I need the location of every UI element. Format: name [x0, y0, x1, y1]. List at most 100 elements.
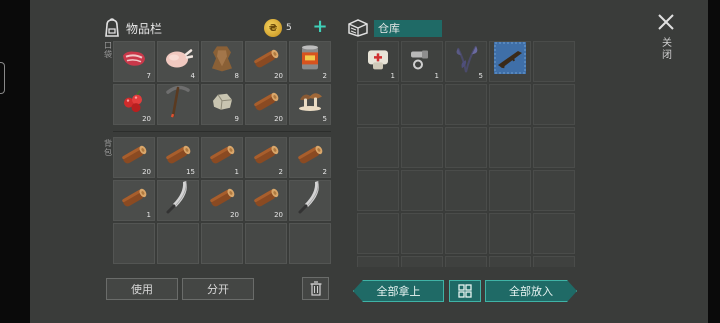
bag-slot[interactable]: [289, 223, 331, 264]
warehouse-slot[interactable]: [533, 41, 575, 82]
log-icon: [295, 141, 325, 171]
warehouse-slot[interactable]: [401, 170, 443, 211]
pocket-slot[interactable]: 8: [201, 41, 243, 82]
warehouse-slot[interactable]: [357, 84, 399, 125]
warehouse-slot[interactable]: [445, 170, 487, 211]
warehouse-slot[interactable]: [533, 127, 575, 168]
item-count: 20: [274, 72, 283, 80]
log-icon: [251, 141, 281, 171]
pocket-slot[interactable]: 2: [289, 41, 331, 82]
pocket-grid: 7 4 8 20 2 20 9 20 5: [113, 41, 331, 125]
bag-slot[interactable]: 20: [113, 137, 155, 178]
item-count: 9: [234, 115, 239, 123]
warehouse-slot[interactable]: [357, 127, 399, 168]
coin-balance: ₴ 5: [264, 19, 292, 37]
warehouse-slot[interactable]: [533, 213, 575, 254]
warehouse-slot[interactable]: [445, 127, 487, 168]
item-count: 1: [234, 168, 239, 176]
close-label: 关闭: [662, 38, 672, 61]
pocket-slot[interactable]: 5: [289, 84, 331, 125]
log-icon: [251, 45, 281, 75]
mushroom-icon: [296, 88, 324, 118]
bag-slot[interactable]: 2: [245, 137, 287, 178]
warehouse-slot[interactable]: [445, 84, 487, 125]
bag-slot[interactable]: 1: [113, 180, 155, 221]
warehouse-slot[interactable]: [357, 213, 399, 254]
warehouse-slot[interactable]: [489, 41, 531, 82]
warehouse-slot[interactable]: [533, 170, 575, 211]
machete-icon: [164, 179, 192, 219]
bag-slot[interactable]: 20: [245, 180, 287, 221]
side-pull-tab[interactable]: [0, 62, 5, 94]
warehouse-slot[interactable]: [533, 84, 575, 125]
bolts-icon: [408, 45, 436, 75]
bag-slot[interactable]: [113, 223, 155, 264]
bag-slot[interactable]: 15: [157, 137, 199, 178]
item-count: 5: [322, 115, 327, 123]
pocket-section-label: 口袋: [104, 41, 112, 59]
game-screen: 物品栏 ₴ 5 + 仓库 口袋 背包 7 4 8 20 2 20 9 20 5 20 15 1 2 2 1…: [0, 0, 720, 323]
item-count: 20: [274, 211, 283, 219]
use-button[interactable]: 使用: [106, 278, 178, 300]
warehouse-slot[interactable]: [357, 170, 399, 211]
warehouse-slot[interactable]: [401, 84, 443, 125]
raw-meat-icon: [120, 47, 148, 73]
warehouse-slot[interactable]: [401, 127, 443, 168]
right-frame: [708, 0, 720, 323]
pocket-slot[interactable]: 4: [157, 41, 199, 82]
warehouse-slot[interactable]: 5: [445, 41, 487, 82]
item-count: 20: [230, 211, 239, 219]
warehouse-slot[interactable]: 1: [357, 41, 399, 82]
take-all-button[interactable]: 全部拿上: [353, 280, 444, 302]
trash-icon: [310, 281, 321, 296]
pocket-slot[interactable]: 20: [245, 41, 287, 82]
warehouse-tab[interactable]: 仓库: [374, 19, 442, 37]
add-coins-button[interactable]: +: [312, 17, 328, 37]
pocket-slot[interactable]: 20: [245, 84, 287, 125]
sort-grid-icon: [458, 284, 472, 298]
warehouse-slot[interactable]: [445, 213, 487, 254]
warehouse-slot[interactable]: [401, 256, 443, 267]
trash-button[interactable]: [302, 277, 329, 300]
bag-slot[interactable]: 1: [201, 137, 243, 178]
log-icon: [207, 141, 237, 171]
warehouse-slot[interactable]: [489, 127, 531, 168]
pocket-slot[interactable]: 9: [201, 84, 243, 125]
bag-slot[interactable]: [157, 223, 199, 264]
warehouse-slot[interactable]: [489, 84, 531, 125]
bag-slot[interactable]: 2: [289, 137, 331, 178]
item-count: 7: [146, 72, 151, 80]
warehouse-slot[interactable]: [357, 256, 399, 267]
item-count: 4: [190, 72, 195, 80]
warehouse-slot[interactable]: [489, 170, 531, 211]
sort-button[interactable]: [449, 280, 481, 302]
warehouse-slot[interactable]: [445, 256, 487, 267]
split-button[interactable]: 分开: [182, 278, 254, 300]
machete-icon: [296, 179, 324, 219]
bag-slot[interactable]: [289, 180, 331, 221]
item-count: 2: [322, 168, 327, 176]
item-count: 15: [186, 168, 195, 176]
canned-food-icon: [299, 44, 321, 76]
warehouse-slot[interactable]: [401, 213, 443, 254]
pocket-slot[interactable]: [157, 84, 199, 125]
warehouse-slot[interactable]: [489, 213, 531, 254]
pocket-slot[interactable]: 20: [113, 84, 155, 125]
log-icon: [251, 88, 281, 118]
warehouse-slot[interactable]: [533, 256, 575, 267]
item-count: 2: [278, 168, 283, 176]
bag-slot[interactable]: [157, 180, 199, 221]
pocket-slot[interactable]: 7: [113, 41, 155, 82]
bag-slot[interactable]: 20: [201, 180, 243, 221]
bag-slot[interactable]: [201, 223, 243, 264]
close-button[interactable]: [656, 12, 676, 32]
item-count: 20: [142, 115, 151, 123]
rifle-blueprint-icon: [492, 41, 528, 80]
put-all-button[interactable]: 全部放入: [485, 280, 577, 302]
item-count: 1: [434, 72, 439, 80]
warehouse-slot[interactable]: 1: [401, 41, 443, 82]
warehouse-slot[interactable]: [489, 256, 531, 267]
inventory-header: 物品栏: [103, 18, 162, 38]
bag-slot[interactable]: [245, 223, 287, 264]
warehouse-header: 仓库: [347, 19, 442, 37]
